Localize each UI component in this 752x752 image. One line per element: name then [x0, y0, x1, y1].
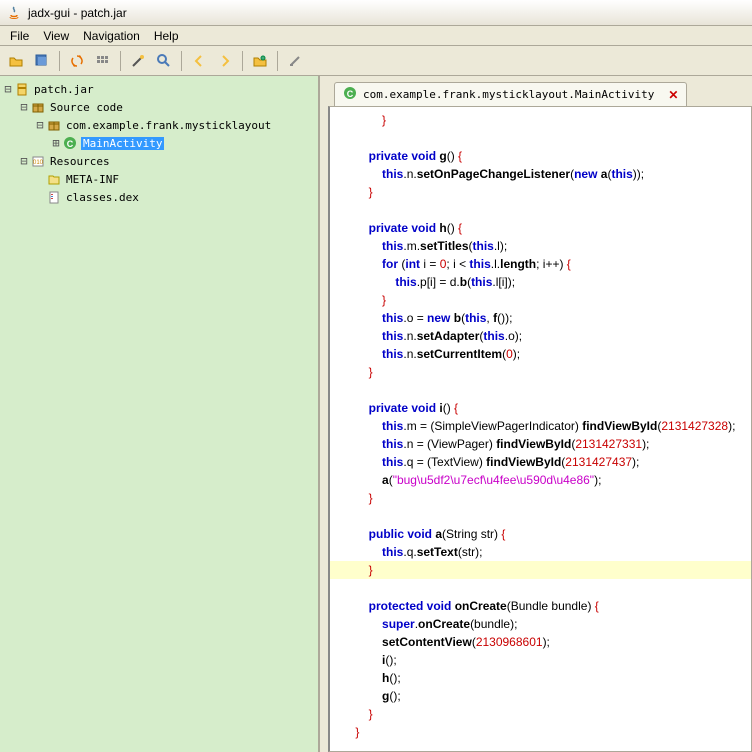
code-line[interactable]: }	[330, 723, 751, 741]
code-line[interactable]: }	[330, 705, 751, 723]
open-button[interactable]	[4, 49, 28, 73]
code-line[interactable]	[330, 381, 751, 399]
code-line[interactable]: this.n = (ViewPager) findViewById(213142…	[330, 435, 751, 453]
code-line[interactable]: setContentView(2130968601);	[330, 633, 751, 651]
code-line[interactable]: this.n.setCurrentItem(0);	[330, 345, 751, 363]
code-line[interactable]: this.n.setAdapter(this.o);	[330, 327, 751, 345]
settings-button[interactable]	[283, 49, 307, 73]
class-icon: C	[343, 86, 357, 103]
collapse-icon[interactable]: ⊟	[18, 100, 30, 114]
code-editor[interactable]: } private void g() { this.n.setOnPageCha…	[328, 106, 752, 752]
tree-root[interactable]: ⊟ patch.jar	[0, 80, 318, 98]
code-line[interactable]	[330, 129, 751, 147]
save-all-button[interactable]	[30, 49, 54, 73]
package-icon	[30, 99, 46, 115]
menu-navigation[interactable]: Navigation	[77, 27, 146, 45]
menu-view[interactable]: View	[37, 27, 75, 45]
separator	[277, 51, 278, 71]
tab-title: com.example.frank.mysticklayout.MainActi…	[363, 88, 654, 101]
sync-button[interactable]	[65, 49, 89, 73]
menu-help[interactable]: Help	[148, 27, 185, 45]
tree-source-code[interactable]: ⊟ Source code	[0, 98, 318, 116]
code-line[interactable]: this.m = (SimpleViewPagerIndicator) find…	[330, 417, 751, 435]
tree-class-selected[interactable]: ⊞ C MainActivity	[0, 134, 318, 152]
back-button[interactable]	[187, 49, 211, 73]
window-title: jadx-gui - patch.jar	[28, 6, 127, 20]
code-line[interactable]: private void h() {	[330, 219, 751, 237]
svg-text:C: C	[347, 89, 354, 99]
code-line[interactable]: this.q.setText(str);	[330, 543, 751, 561]
java-icon	[6, 5, 22, 21]
code-line[interactable]: }	[330, 111, 751, 129]
code-line[interactable]: g();	[330, 687, 751, 705]
collapse-icon[interactable]: ⊟	[2, 82, 14, 96]
separator	[181, 51, 182, 71]
separator	[120, 51, 121, 71]
tree-resources[interactable]: ⊟ 010 Resources	[0, 152, 318, 170]
package-icon	[46, 117, 62, 133]
code-line[interactable]: protected void onCreate(Bundle bundle) {	[330, 597, 751, 615]
jar-icon	[14, 81, 30, 97]
code-line[interactable]: super.onCreate(bundle);	[330, 615, 751, 633]
code-line[interactable]: this.q = (TextView) findViewById(2131427…	[330, 453, 751, 471]
folder-icon	[46, 171, 62, 187]
svg-text:010: 010	[33, 160, 44, 166]
separator	[242, 51, 243, 71]
code-line[interactable]: private void g() {	[330, 147, 751, 165]
code-line[interactable]: private void i() {	[330, 399, 751, 417]
expand-icon[interactable]: ⊞	[50, 136, 62, 150]
code-line[interactable]	[330, 579, 751, 597]
content-area: C com.example.frank.mysticklayout.MainAc…	[320, 76, 752, 752]
svg-text:C: C	[67, 139, 74, 149]
tree-package[interactable]: ⊟ com.example.frank.mysticklayout	[0, 116, 318, 134]
menu-bar: File View Navigation Help	[0, 26, 752, 46]
main-area: ⊟ patch.jar ⊟ Source code ⊟ com.example.…	[0, 76, 752, 752]
sidebar-tree[interactable]: ⊟ patch.jar ⊟ Source code ⊟ com.example.…	[0, 76, 320, 752]
tree-classes-dex[interactable]: classes.dex	[0, 188, 318, 206]
code-line[interactable]: }	[330, 183, 751, 201]
collapse-icon[interactable]: ⊟	[18, 154, 30, 168]
title-bar: jadx-gui - patch.jar	[0, 0, 752, 26]
menu-file[interactable]: File	[4, 27, 35, 45]
search-button[interactable]	[152, 49, 176, 73]
code-line[interactable]: }	[330, 291, 751, 309]
code-line[interactable]: this.m.setTitles(this.l);	[330, 237, 751, 255]
toolbar	[0, 46, 752, 76]
code-line[interactable]: for (int i = 0; i < this.l.length; i++) …	[330, 255, 751, 273]
close-icon[interactable]: ✕	[668, 88, 678, 102]
code-line[interactable]: public void a(String str) {	[330, 525, 751, 543]
code-line[interactable]: this.p[i] = d.b(this.l[i]);	[330, 273, 751, 291]
collapse-icon[interactable]: ⊟	[34, 118, 46, 132]
separator	[59, 51, 60, 71]
tab-row: C com.example.frank.mysticklayout.MainAc…	[328, 82, 752, 106]
code-line[interactable]: this.n.setOnPageChangeListener(new a(thi…	[330, 165, 751, 183]
code-line[interactable]: }	[330, 489, 751, 507]
wand-button[interactable]	[126, 49, 150, 73]
flatten-button[interactable]	[91, 49, 115, 73]
dex-icon	[46, 189, 62, 205]
code-line[interactable]	[330, 201, 751, 219]
code-line[interactable]	[330, 507, 751, 525]
tree-meta-inf[interactable]: META-INF	[0, 170, 318, 188]
code-line[interactable]: this.o = new b(this, f());	[330, 309, 751, 327]
code-line[interactable]: }	[330, 363, 751, 381]
forward-button[interactable]	[213, 49, 237, 73]
code-line[interactable]: a("bug\u5df2\u7ecf\u4fee\u590d\u4e86");	[330, 471, 751, 489]
deobfuscate-button[interactable]	[248, 49, 272, 73]
code-line[interactable]: }	[330, 561, 751, 579]
editor-tab[interactable]: C com.example.frank.mysticklayout.MainAc…	[334, 82, 687, 106]
class-icon: C	[62, 135, 78, 151]
code-line[interactable]: i();	[330, 651, 751, 669]
resources-icon: 010	[30, 153, 46, 169]
code-line[interactable]: h();	[330, 669, 751, 687]
